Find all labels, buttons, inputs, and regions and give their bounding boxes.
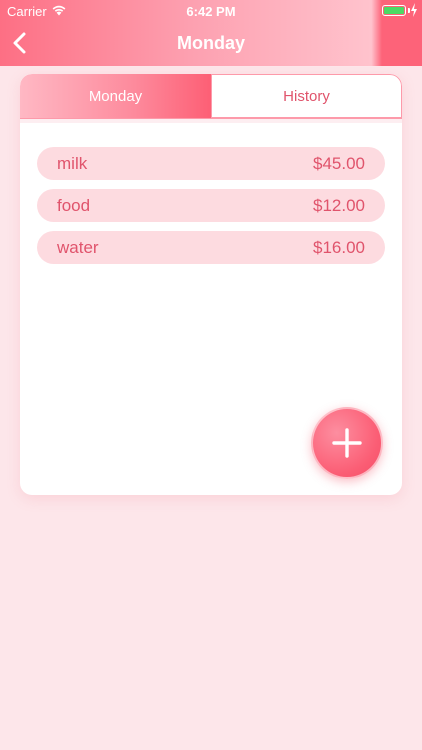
expense-row-milk[interactable]: milk $45.00 <box>37 147 385 180</box>
tab-bar: Monday History <box>20 74 402 118</box>
expense-name: water <box>57 238 99 257</box>
status-bar: Carrier 6:42 PM <box>0 0 422 22</box>
tab-history[interactable]: History <box>211 74 402 118</box>
add-expense-button[interactable] <box>311 407 383 479</box>
expense-name: food <box>57 196 91 215</box>
expense-card: Monday History milk $45.00 food $12.00 w… <box>20 74 402 495</box>
expense-name: milk <box>57 154 88 173</box>
nav-bar: Carrier 6:42 PM Monday <box>0 0 422 66</box>
expense-amount: $16.00 <box>313 238 365 257</box>
status-time: 6:42 PM <box>186 4 236 19</box>
page-title: Monday <box>176 33 245 53</box>
tab-monday[interactable]: Monday <box>20 74 211 118</box>
charging-bolt-icon <box>411 3 417 17</box>
list-top-band <box>20 119 402 123</box>
expense-row-food[interactable]: food $12.00 <box>37 189 385 222</box>
expense-amount: $12.00 <box>313 196 365 215</box>
battery-icon <box>382 5 406 16</box>
expense-amount: $45.00 <box>313 154 365 173</box>
plus-icon <box>332 428 362 458</box>
expense-row-water[interactable]: water $16.00 <box>37 231 385 264</box>
